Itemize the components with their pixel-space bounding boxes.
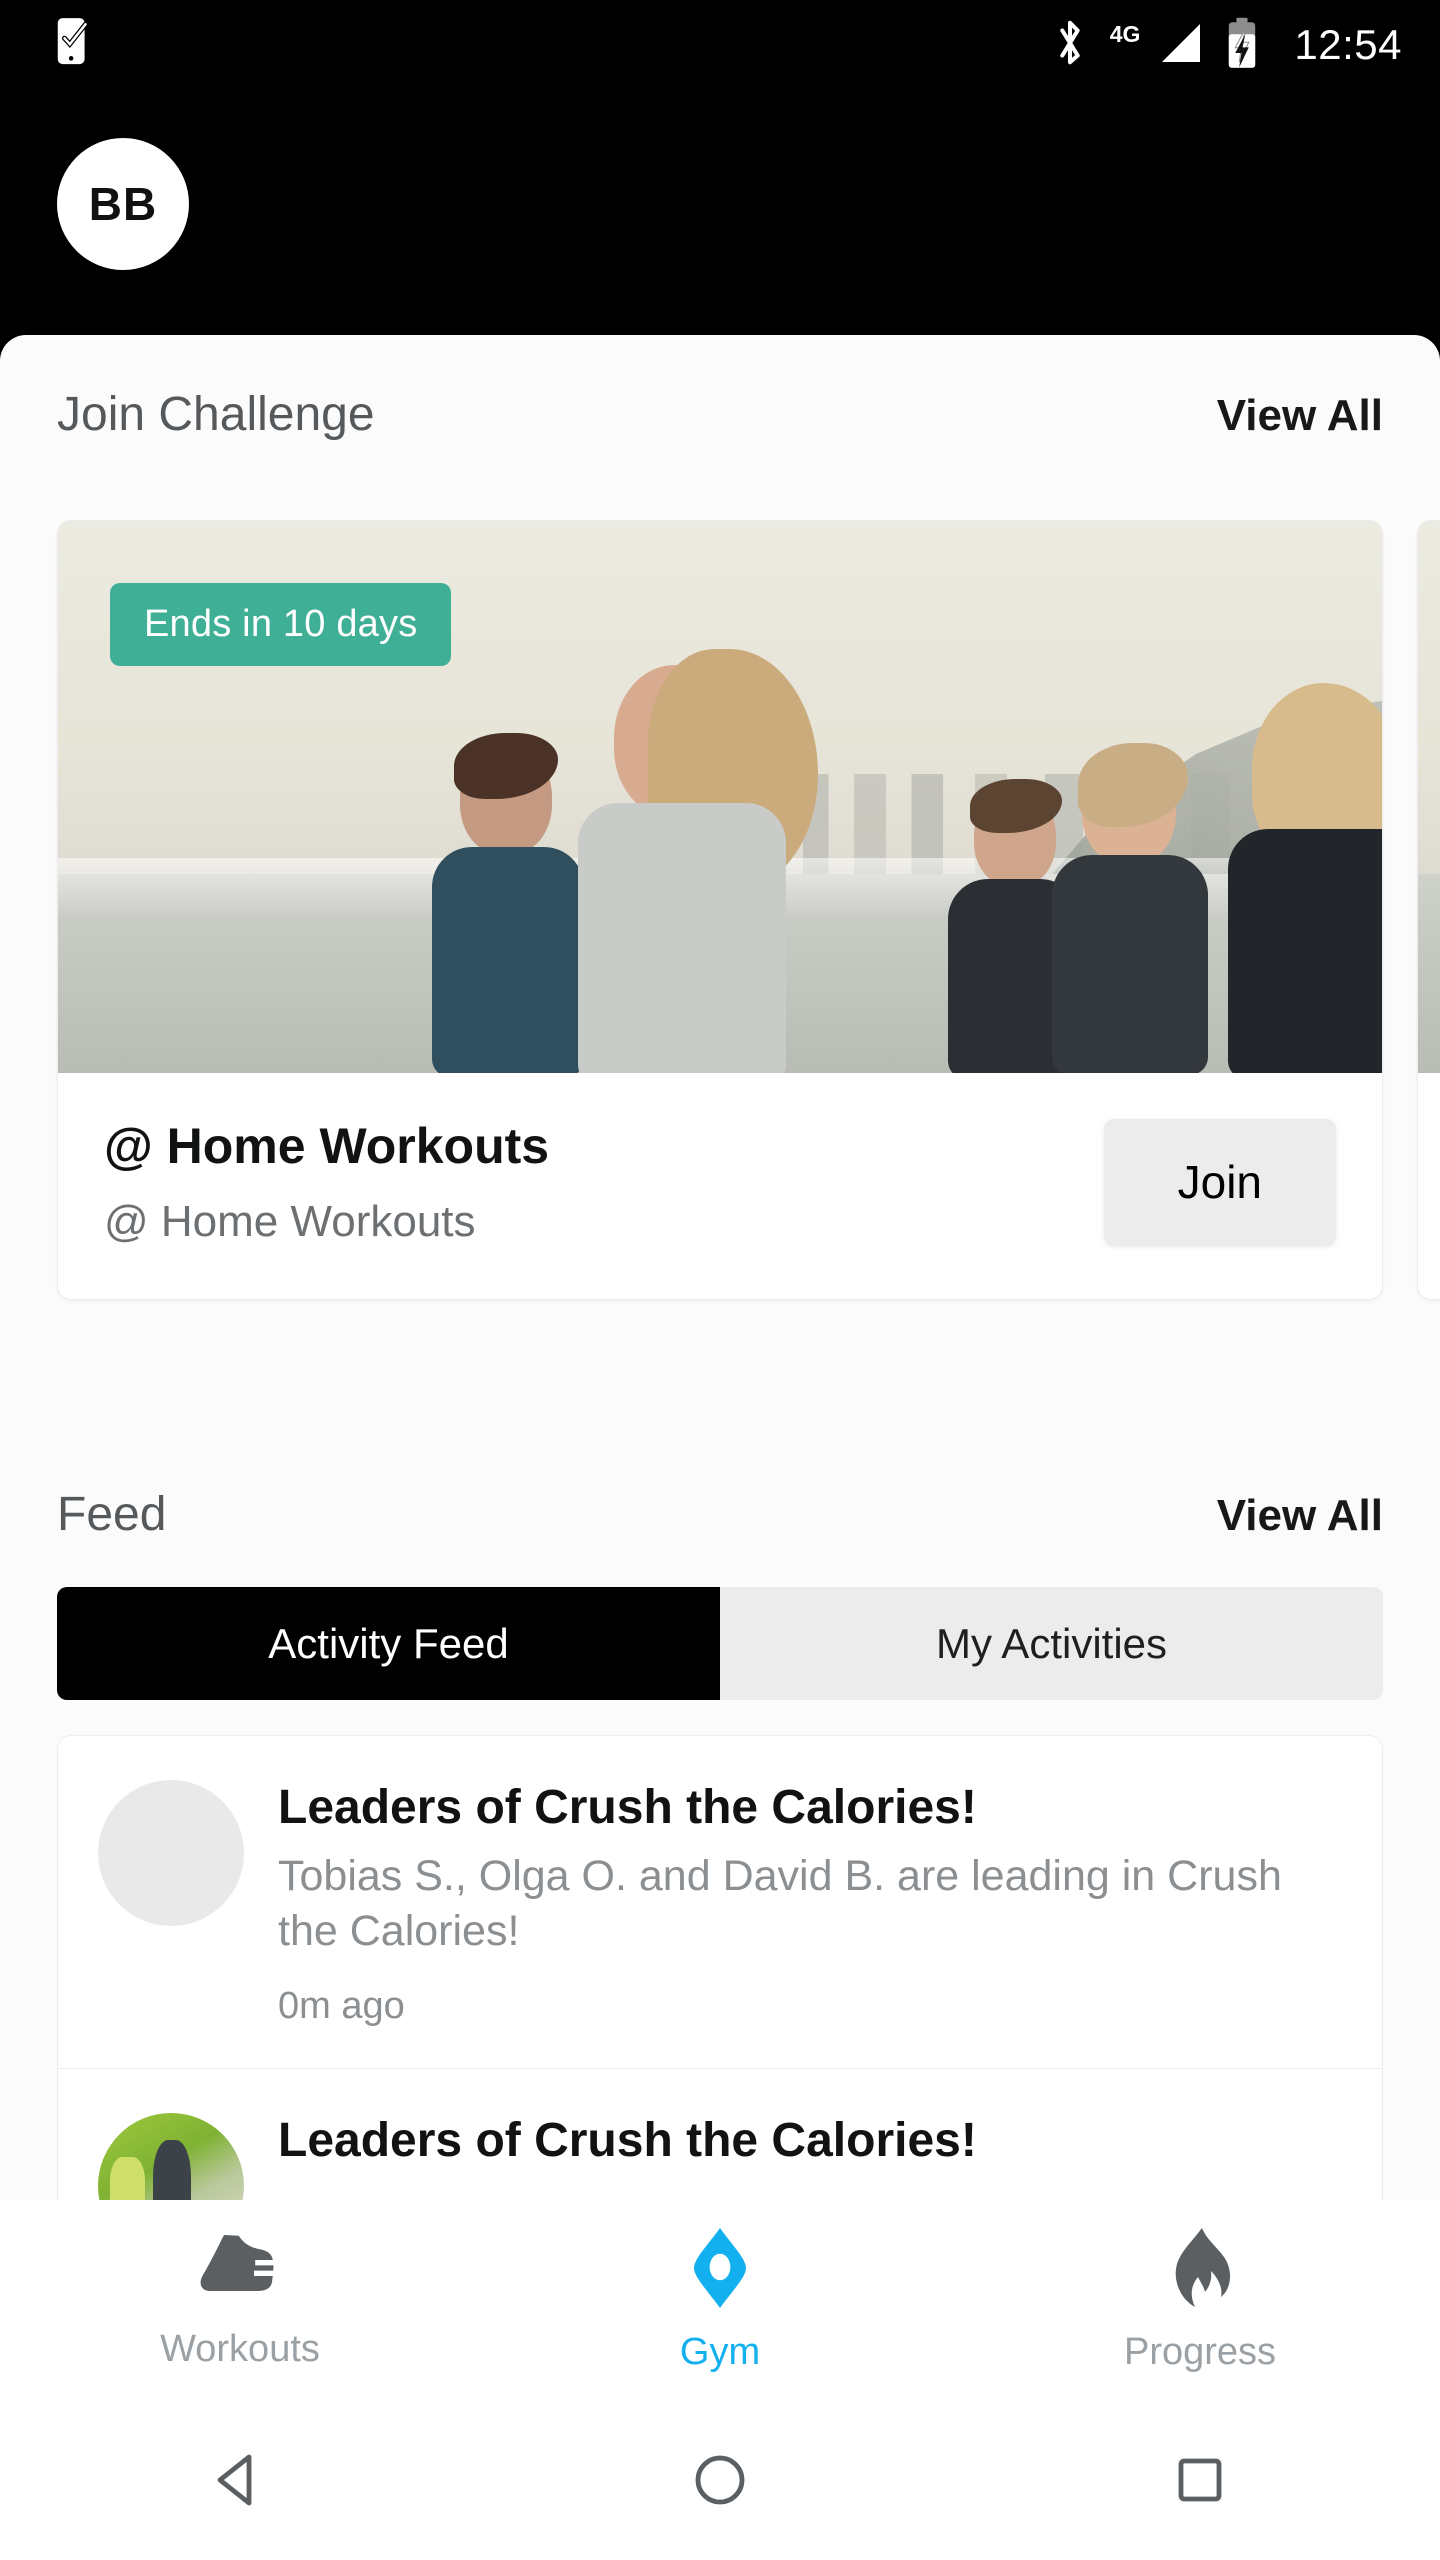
runner-figure [1208, 683, 1382, 1073]
android-system-nav [0, 2400, 1440, 2560]
gym-pin-icon [681, 2226, 759, 2315]
nav-item-gym[interactable]: Gym [482, 2226, 957, 2374]
challenge-card[interactable]: Ends in 10 days @ Home Workouts @ Home W… [57, 520, 1383, 1300]
avatar-initials: BB [88, 178, 158, 230]
feed-section-header: Feed View All [0, 1487, 1440, 1542]
challenge-card-title: @ Home Workouts [104, 1118, 550, 1174]
feed-item-body: Leaders of Crush the Calories! Tobias S.… [278, 1780, 1342, 2028]
bluetooth-icon [1052, 18, 1088, 73]
challenge-section-title: Join Challenge [57, 388, 375, 441]
battery-charging-icon [1226, 17, 1258, 74]
feed-item-title: Leaders of Crush the Calories! [278, 1781, 977, 1834]
status-bar-clock: 12:54 [1294, 21, 1402, 68]
feed-view-all-link[interactable]: View All [1217, 1491, 1383, 1541]
challenge-card-next[interactable] [1417, 520, 1440, 1300]
nav-label-workouts: Workouts [160, 2328, 320, 2370]
nav-item-workouts[interactable]: Workouts [2, 2229, 477, 2371]
feed-tab-group: Activity Feed My Activities [57, 1587, 1383, 1700]
sea-water [1418, 874, 1440, 1073]
status-bar-left [52, 16, 98, 75]
challenge-card-subtitle: @ Home Workouts [104, 1197, 476, 1246]
back-triangle-icon[interactable] [180, 2420, 300, 2540]
feed-item-timestamp: 0m ago [278, 1985, 405, 2028]
nav-label-gym: Gym [679, 2331, 761, 2373]
runner-figure [1038, 743, 1218, 1073]
status-bar: 4G 12:54 [0, 0, 1440, 90]
join-challenge-button[interactable]: Join [1103, 1119, 1336, 1245]
challenge-carousel-track: Ends in 10 days @ Home Workouts @ Home W… [0, 520, 1440, 1300]
tab-activity-feed[interactable]: Activity Feed [57, 1587, 720, 1700]
challenge-card-body: @ Home Workouts @ Home Workouts Join [58, 1073, 1382, 1299]
signal-bars-icon [1156, 20, 1204, 71]
challenge-end-badge: Ends in 10 days [110, 583, 452, 666]
phone-check-icon [52, 16, 98, 75]
feed-section-title: Feed [57, 1488, 167, 1541]
feed-item-title: Leaders of Crush the Calories! [278, 2114, 977, 2168]
app-header: BB [0, 90, 1440, 340]
home-circle-icon[interactable] [660, 2420, 780, 2540]
nav-item-progress[interactable]: Progress [962, 2226, 1437, 2374]
phone-screen: 4G 12:54 BB Join Challenge View All Ends… [0, 0, 1440, 2560]
nav-label-progress: Progress [1123, 2331, 1277, 2373]
tab-my-activities[interactable]: My Activities [720, 1587, 1383, 1700]
challenge-card-body-next [1418, 1073, 1440, 1191]
status-bar-right: 4G 12:54 [1052, 17, 1402, 74]
shoe-icon [196, 2229, 284, 2312]
flame-icon [1164, 2226, 1236, 2315]
feed-item-description: Tobias S., Olga O. and David B. are lead… [278, 1852, 1282, 1956]
challenge-card-texts: @ Home Workouts @ Home Workouts [104, 1117, 549, 1247]
feed-item-avatar [98, 1780, 244, 1926]
runner-figure [544, 649, 844, 1073]
challenge-section-header: Join Challenge View All [0, 387, 1440, 442]
feed-section-header-wrap: Feed View All [0, 1487, 1440, 1542]
bottom-navigation-bar: Workouts Gym Progress [0, 2200, 1440, 2400]
feed-list-item[interactable]: Leaders of Crush the Calories! Tobias S.… [58, 1736, 1382, 2068]
challenge-view-all-link[interactable]: View All [1217, 391, 1383, 441]
profile-avatar[interactable]: BB [57, 138, 189, 270]
challenge-card-image-next [1418, 521, 1440, 1073]
challenge-card-image: Ends in 10 days [58, 521, 1382, 1073]
network-type-label: 4G [1109, 20, 1141, 47]
challenge-carousel[interactable]: Ends in 10 days @ Home Workouts @ Home W… [0, 520, 1440, 1400]
recents-square-icon[interactable] [1140, 2420, 1260, 2540]
